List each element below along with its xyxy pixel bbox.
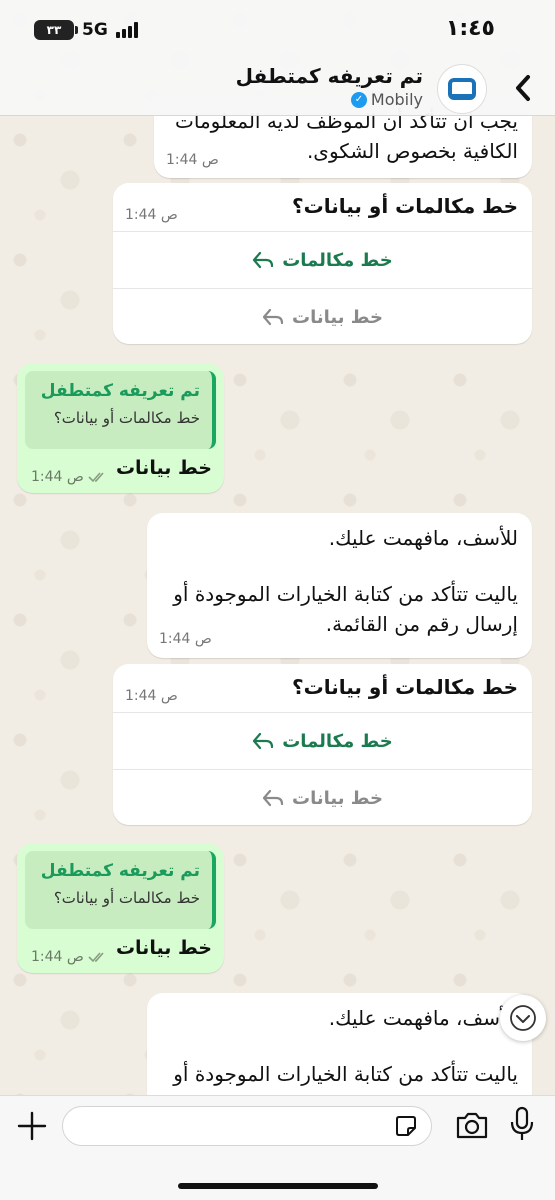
option-label: خط مكالمات — [282, 730, 393, 752]
chat-subtitle: ✓ Mobily — [350, 90, 423, 109]
quote-title: تم تعريفه كمتطفل — [40, 861, 200, 881]
mobily-logo-icon — [448, 78, 476, 100]
option-label: خط بيانات — [292, 306, 383, 328]
quote-title: تم تعريفه كمتطفل — [40, 381, 200, 401]
option-button-data[interactable]: خط بيانات — [113, 288, 532, 345]
message-line — [161, 1033, 518, 1059]
message-time: 1:44 ص — [166, 152, 219, 168]
contact-name: Mobily — [370, 90, 423, 109]
quoted-message[interactable]: تم تعريفه كمتطفل خط مكالمات أو بيانات؟ — [25, 371, 216, 449]
top-bar: ١:٤٥ ٣٣ 5G تم تعريفه كمتطفل ✓ Mobily — [0, 0, 555, 116]
message-meta: 1:44 ص — [31, 469, 108, 485]
message-time: 1:44 ص — [31, 469, 84, 485]
home-indicator — [178, 1183, 378, 1189]
option-label: خط مكالمات — [282, 249, 393, 271]
double-check-icon — [88, 472, 104, 483]
button-message: خط مكالمات أو بيانات؟ 1:44 ص خط مكالمات … — [113, 664, 532, 825]
camera-icon[interactable] — [455, 1110, 489, 1140]
option-button-calls[interactable]: خط مكالمات — [113, 712, 532, 769]
message-line: ياليت تتأكد من كتابة الخيارات الموجودة أ… — [173, 1062, 518, 1086]
quote-body: خط مكالمات أو بيانات؟ — [53, 889, 200, 907]
microphone-icon[interactable] — [508, 1106, 536, 1142]
double-check-icon — [88, 952, 104, 963]
message-time: 1:44 ص — [125, 207, 178, 223]
message-time: 1:44 ص — [125, 688, 178, 704]
message-input[interactable] — [62, 1106, 432, 1146]
sent-message: تم تعريفه كمتطفل خط مكالمات أو بيانات؟ خ… — [17, 843, 224, 973]
reply-arrow-icon — [262, 789, 284, 807]
message-line: إرسال رقم من القائمة. — [325, 612, 518, 636]
message-time: 1:44 ص — [159, 631, 212, 647]
chat-header: تم تعريفه كمتطفل ✓ Mobily — [0, 58, 555, 116]
message-line: للأسف، مافهمت عليك. — [328, 1006, 518, 1030]
option-button-calls[interactable]: خط مكالمات — [113, 231, 532, 288]
option-button-data[interactable]: خط بيانات — [113, 769, 532, 826]
status-bar: ١:٤٥ ٣٣ 5G — [0, 0, 555, 58]
message-meta: 1:44 ص — [31, 949, 108, 965]
message-line: للأسف، مافهمت عليك. — [328, 526, 518, 550]
plus-icon[interactable] — [16, 1110, 48, 1142]
reply-arrow-icon — [262, 308, 284, 326]
message-bubble: للأسف، مافهمت عليك. ياليت تتأكد من كتابة… — [147, 513, 532, 658]
network-label: 5G — [82, 20, 108, 40]
message-line — [161, 553, 518, 579]
message-line: الكافية بخصوص الشكوى. — [306, 139, 518, 163]
composer-bar — [0, 1095, 555, 1200]
chevron-left-icon[interactable] — [505, 68, 541, 108]
sent-message: تم تعريفه كمتطفل خط مكالمات أو بيانات؟ خ… — [17, 363, 224, 493]
status-time: ١:٤٥ — [445, 16, 495, 41]
chevron-down-icon — [510, 1005, 536, 1031]
message-line: ياليت تتأكد من كتابة الخيارات الموجودة أ… — [173, 582, 518, 606]
status-indicators: ٣٣ 5G — [34, 20, 138, 40]
sticker-icon[interactable] — [395, 1115, 417, 1137]
quote-body: خط مكالمات أو بيانات؟ — [53, 409, 200, 427]
option-label: خط بيانات — [292, 787, 383, 809]
chat-title[interactable]: تم تعريفه كمتطفل — [236, 64, 423, 88]
reply-arrow-icon — [253, 251, 274, 269]
button-message: خط مكالمات أو بيانات؟ 1:44 ص خط مكالمات … — [113, 183, 532, 344]
battery-icon: ٣٣ — [34, 20, 78, 40]
scroll-down-button[interactable] — [500, 995, 546, 1041]
avatar[interactable] — [437, 64, 487, 114]
signal-icon — [115, 22, 138, 38]
message-time: 1:44 ص — [31, 949, 84, 965]
verified-badge-icon: ✓ — [350, 91, 367, 108]
quoted-message[interactable]: تم تعريفه كمتطفل خط مكالمات أو بيانات؟ — [25, 851, 216, 929]
reply-arrow-icon — [253, 732, 274, 750]
